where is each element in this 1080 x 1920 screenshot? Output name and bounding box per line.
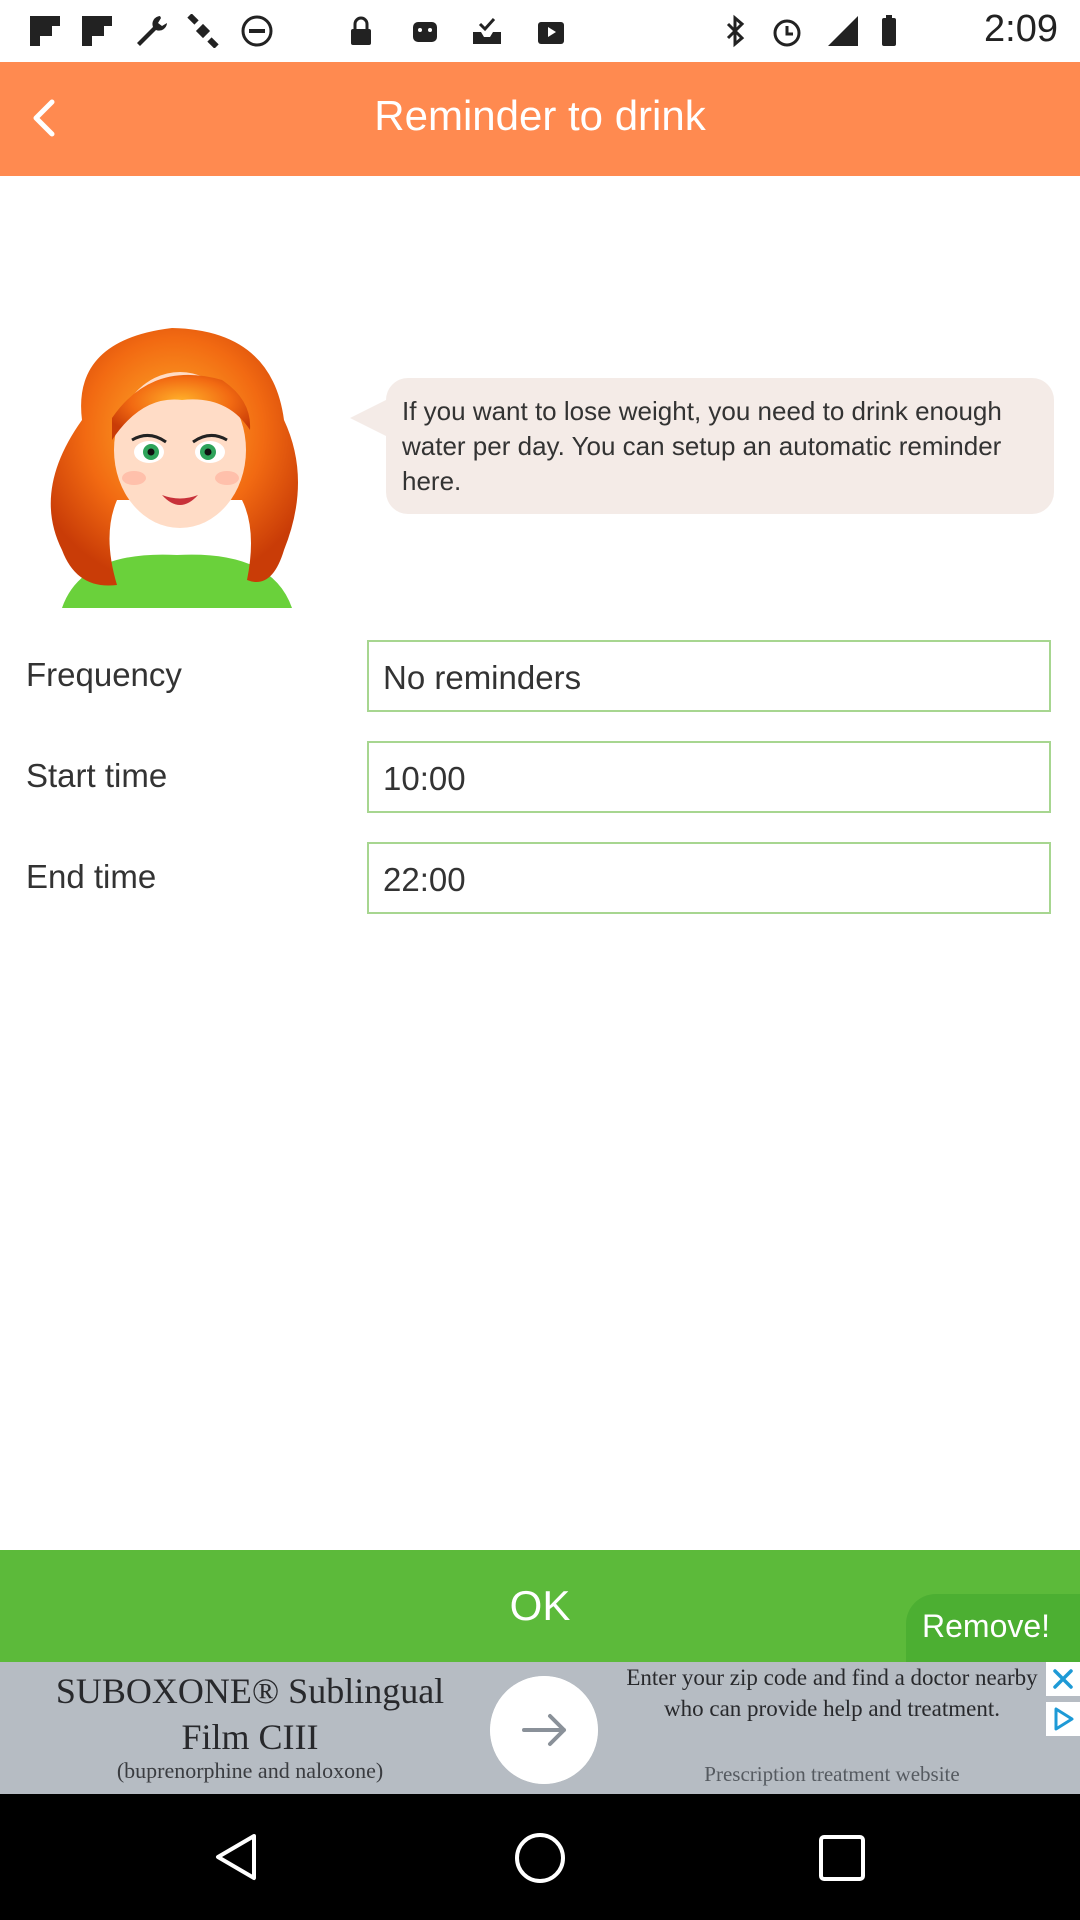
start-time-value: 10:00 [383,760,466,797]
start-time-label: Start time [26,757,168,794]
recents-square-icon[interactable] [816,1832,868,1884]
ad-headline[interactable]: SUBOXONE® Sublingual Film CIII [20,1668,480,1760]
start-time-field[interactable]: 10:00 [367,741,1051,813]
alarm-icon [773,19,801,47]
ad-subline: (buprenorphine and naloxone) [116,1758,384,1783]
play-store-icon [538,22,564,44]
remove-ad-button[interactable]: Remove! [906,1594,1080,1662]
frequency-label: Frequency [26,656,182,693]
satellite-icon [187,14,219,48]
tip-text: If you want to lose weight, you need to … [402,396,1002,496]
end-time-value: 22:00 [383,861,466,898]
navigation-bar [0,1794,1080,1920]
arrow-right-icon[interactable] [490,1676,598,1784]
end-time-label: End time [26,858,157,895]
flipboard-icon [82,16,112,46]
app-header: Reminder to drink [0,62,1080,176]
wrench-icon [137,16,167,46]
speech-bubble-tail [350,398,390,438]
bluetooth-icon [726,14,745,48]
battery-icon [882,15,896,46]
status-time: 2:09 [984,8,1058,50]
back-triangle-icon[interactable] [210,1830,264,1884]
close-icon[interactable] [1046,1662,1080,1696]
record-icon [241,15,273,47]
ad-choices-icon[interactable] [1046,1702,1080,1736]
end-time-field[interactable]: 22:00 [367,842,1051,914]
page-title: Reminder to drink [374,92,706,139]
ad-description: Enter your zip code and find a doctor ne… [626,1665,1038,1721]
status-bar: 2:09 [0,0,1080,62]
ad-link[interactable]: Prescription treatment website [612,1762,1052,1787]
ad-banner[interactable]: SUBOXONE® Sublingual Film CIII (buprenor… [0,1662,1080,1794]
flipboard-icon [30,16,60,46]
signal-icon [828,16,858,46]
frequency-field[interactable]: No reminders [367,640,1051,712]
character-illustration [50,328,298,608]
android-icon [413,22,437,42]
remove-ad-label: Remove! [922,1608,1051,1644]
home-circle-icon[interactable] [512,1830,568,1886]
lock-icon [351,16,371,45]
frequency-value: No reminders [383,659,582,696]
checkbox-tray-icon [473,17,501,44]
speech-bubble: If you want to lose weight, you need to … [386,378,1054,514]
